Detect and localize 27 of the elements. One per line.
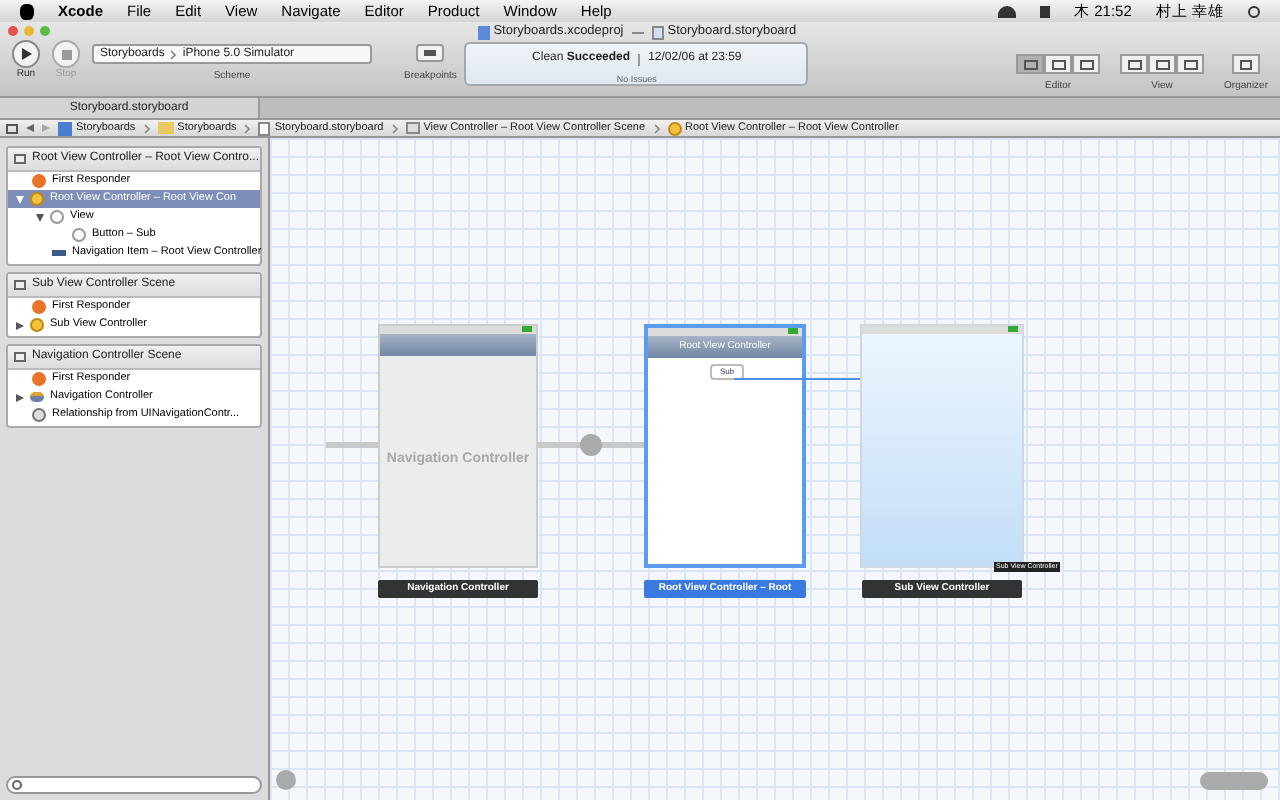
- project-file-icon: [477, 25, 490, 39]
- play-icon: [12, 40, 40, 68]
- view-toggle-button[interactable]: [1120, 54, 1149, 74]
- stop-icon: [52, 40, 80, 68]
- chevron-icon: [391, 123, 398, 133]
- view-toggle-button[interactable]: [1176, 54, 1205, 74]
- battery-icon: [788, 328, 798, 334]
- chevron-icon: [653, 123, 660, 133]
- editor-mode-button[interactable]: [1072, 54, 1101, 74]
- file-icon: [651, 25, 664, 39]
- grid-icon: [6, 123, 18, 133]
- organizer-button[interactable]: [1232, 54, 1261, 74]
- chevron-icon: [143, 123, 150, 133]
- chevron-icon: [170, 49, 177, 59]
- view-toggle-button[interactable]: [1148, 54, 1177, 74]
- battery-icon: [522, 326, 532, 332]
- breakpoints-button[interactable]: [416, 44, 445, 62]
- editor-mode-button[interactable]: [1016, 54, 1045, 74]
- battery-icon: [1008, 326, 1018, 332]
- bar-icon: [52, 250, 66, 256]
- editor-mode-button[interactable]: [1044, 54, 1073, 74]
- chevron-icon: [244, 123, 251, 133]
- filter-field[interactable]: [6, 776, 262, 794]
- scene-icon: [14, 154, 26, 164]
- close-button[interactable]: [8, 26, 18, 36]
- scene-icon: [14, 352, 26, 362]
- scene-icon: [14, 280, 26, 290]
